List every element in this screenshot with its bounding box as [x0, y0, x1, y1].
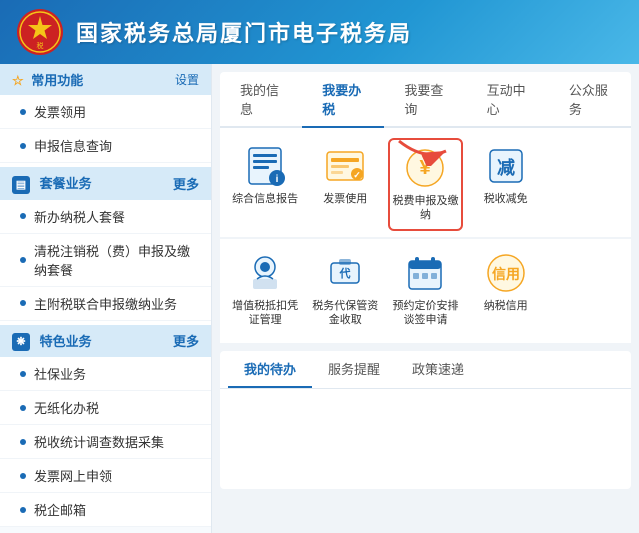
grid-item-report[interactable]: i 综合信息报告 [228, 138, 302, 231]
header-title: 国家税务总局厦门市电子税务局 [76, 16, 412, 48]
package-icon: ▤ [12, 176, 30, 194]
grid-item-tax-reduction[interactable]: 减 税收减免 [469, 138, 543, 231]
grid-item-appointment[interactable]: 预约定价安排谈签申请 [388, 245, 462, 334]
sidebar-section-common[interactable]: ☆ 常用功能 设置 [0, 64, 211, 95]
vat-icon [243, 251, 287, 295]
sidebar-item-label: 无纸化办税 [34, 398, 99, 417]
tab-my-query[interactable]: 我要查询 [384, 72, 466, 126]
sidebar-item-declare-query[interactable]: 申报信息查询 [0, 129, 211, 163]
grid-item-invoice[interactable]: ✓ 发票使用 [308, 138, 382, 231]
grid-item-credit[interactable]: 信用 纳税信用 [469, 245, 543, 334]
sidebar-item-label: 申报信息查询 [34, 136, 112, 155]
header: 税 国家税务总局厦门市电子税务局 [0, 0, 639, 64]
sidebar-item-label: 发票网上申领 [34, 466, 112, 485]
dot-icon [20, 507, 26, 513]
svg-text:信用: 信用 [492, 266, 520, 282]
sidebar-section1-action[interactable]: 设置 [175, 71, 199, 88]
credit-icon: 信用 [484, 251, 528, 295]
sidebar-item-invoice-online[interactable]: 发票网上申领 [0, 459, 211, 493]
special-icon: ❋ [12, 333, 30, 351]
sidebar-section2-label: 套餐业务 [40, 176, 92, 191]
bottom-section: 我的待办 服务提醒 政策速递 [220, 351, 631, 489]
dot-icon [20, 109, 26, 115]
news-section: News [0, 527, 211, 533]
dot-icon [20, 439, 26, 445]
logo: 税 [16, 8, 64, 56]
dot-icon [20, 143, 26, 149]
sidebar-item-label: 新办纳税人套餐 [34, 207, 125, 226]
svg-text:税: 税 [37, 41, 44, 50]
icon-grid-1: i 综合信息报告 ✓ [228, 138, 623, 231]
grid-item-empty1 [549, 138, 623, 231]
svg-text:✓: ✓ [354, 170, 362, 180]
dot-icon [20, 405, 26, 411]
grid-item-custody[interactable]: 代 税务代保管资金收取 [308, 245, 382, 334]
dot-icon [20, 371, 26, 377]
tax-reduction-label: 税收减免 [484, 192, 528, 206]
dot-icon [20, 257, 26, 263]
svg-text:i: i [276, 174, 279, 185]
icon-grid-row1: i 综合信息报告 ✓ [220, 128, 631, 237]
bottom-tab-reminder[interactable]: 服务提醒 [312, 351, 396, 388]
sidebar-section-special[interactable]: ❋ 特色业务 更多 [0, 325, 211, 358]
report-icon: i [243, 144, 287, 188]
main-layout: ☆ 常用功能 设置 发票领用 申报信息查询 ▤ 套餐业务 更多 新办纳税人套餐 [0, 64, 639, 533]
bottom-tab-todo[interactable]: 我的待办 [228, 351, 312, 388]
sidebar-item-label: 社保业务 [34, 364, 86, 383]
bottom-content [220, 389, 631, 489]
tax-pay-label: 税费申报及缴纳 [392, 194, 458, 223]
bottom-tab-policy[interactable]: 政策速递 [396, 351, 480, 388]
svg-text:代: 代 [339, 266, 351, 280]
tax-pay-icon: ¥ [403, 146, 447, 190]
sidebar-item-invoice-use[interactable]: 发票领用 [0, 95, 211, 129]
tab-my-tax[interactable]: 我要办税 [302, 72, 384, 128]
sidebar-item-label: 主附税联合申报缴纳业务 [34, 294, 177, 313]
credit-label: 纳税信用 [484, 299, 528, 313]
tab-my-info[interactable]: 我的信息 [220, 72, 302, 126]
tab-interaction[interactable]: 互动中心 [467, 72, 549, 126]
content-area: 我的信息 我要办税 我要查询 互动中心 公众服务 [212, 64, 639, 533]
sidebar-item-label: 税企邮箱 [34, 500, 86, 519]
sidebar-item-label: 发票领用 [34, 102, 86, 121]
sidebar-item-new-taxpayer[interactable]: 新办纳税人套餐 [0, 200, 211, 234]
sidebar: ☆ 常用功能 设置 发票领用 申报信息查询 ▤ 套餐业务 更多 新办纳税人套餐 [0, 64, 212, 533]
grid-item-tax-pay[interactable]: ¥ 税费申报及缴纳 [388, 138, 462, 231]
custody-label: 税务代保管资金收取 [310, 299, 380, 328]
icon-grid-row2: 增值税抵扣凭证管理 代 税务代保管资金收取 [220, 239, 631, 344]
dot-icon [20, 473, 26, 479]
sidebar-section1-label: 常用功能 [31, 73, 83, 88]
sidebar-item-social-security[interactable]: 社保业务 [0, 357, 211, 391]
bottom-tabs: 我的待办 服务提醒 政策速递 [220, 351, 631, 389]
tab-public-service[interactable]: 公众服务 [549, 72, 631, 126]
dot-icon [20, 300, 26, 306]
svg-text:减: 减 [497, 157, 515, 178]
tax-reduction-icon: 减 [484, 144, 528, 188]
star-icon: ☆ [12, 73, 24, 88]
sidebar-item-label: 清税注销税（费）申报及缴纳套餐 [34, 241, 199, 279]
sidebar-section3-action[interactable]: 更多 [173, 331, 199, 350]
icon-grid-2: 增值税抵扣凭证管理 代 税务代保管资金收取 [228, 245, 623, 334]
grid-item-empty2 [549, 245, 623, 334]
grid-item-vat[interactable]: 增值税抵扣凭证管理 [228, 245, 302, 334]
svg-text:¥: ¥ [420, 157, 432, 179]
invoice-label: 发票使用 [323, 192, 367, 206]
sidebar-item-label: 税收统计调查数据采集 [34, 432, 164, 451]
sidebar-section-package[interactable]: ▤ 套餐业务 更多 [0, 167, 211, 200]
top-tabs: 我的信息 我要办税 我要查询 互动中心 公众服务 [220, 72, 631, 128]
invoice-icon: ✓ [323, 144, 367, 188]
sidebar-item-paperless[interactable]: 无纸化办税 [0, 391, 211, 425]
appointment-label: 预约定价安排谈签申请 [390, 299, 460, 328]
sidebar-item-stats-collection[interactable]: 税收统计调查数据采集 [0, 425, 211, 459]
sidebar-item-clear-cancel[interactable]: 清税注销税（费）申报及缴纳套餐 [0, 234, 211, 287]
sidebar-section2-action[interactable]: 更多 [173, 174, 199, 193]
report-label: 综合信息报告 [232, 192, 298, 206]
vat-label: 增值税抵扣凭证管理 [230, 299, 300, 328]
appointment-icon [403, 251, 447, 295]
sidebar-item-tax-mailbox[interactable]: 税企邮箱 [0, 493, 211, 527]
custody-icon: 代 [323, 251, 367, 295]
sidebar-section3-label: 特色业务 [40, 334, 92, 349]
dot-icon [20, 213, 26, 219]
sidebar-item-main-sub-tax[interactable]: 主附税联合申报缴纳业务 [0, 287, 211, 321]
